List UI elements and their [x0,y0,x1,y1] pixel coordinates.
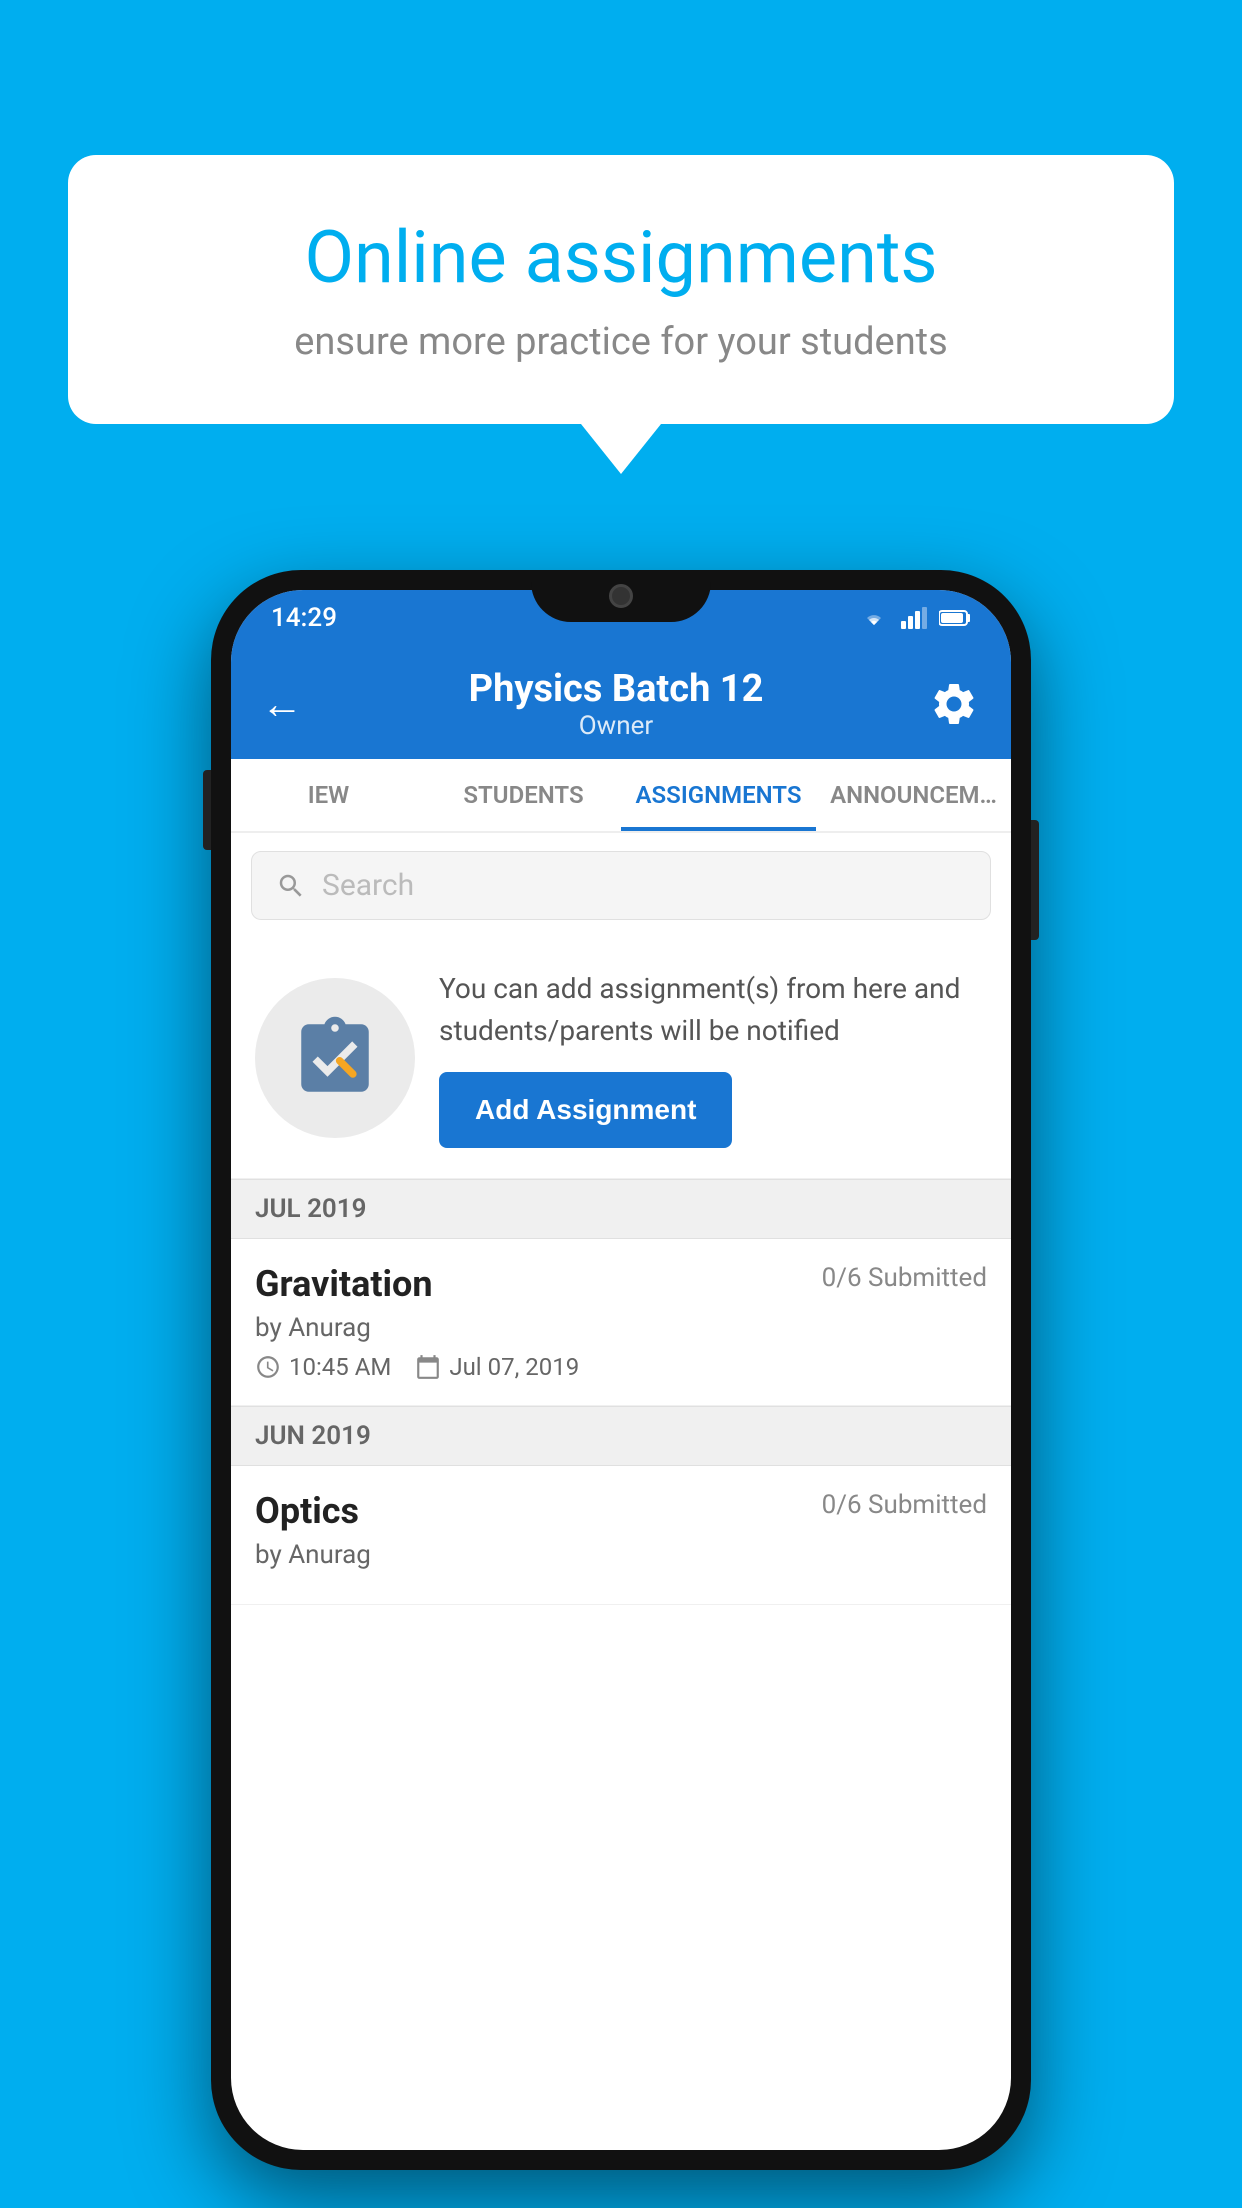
phone-screen: 14:29 [231,590,1011,2150]
settings-button[interactable] [929,678,981,730]
tab-announcements[interactable]: ANNOUNCEM… [816,759,1011,831]
header-title-group: Physics Batch 12 Owner [469,667,764,741]
assignment-item-header-optics: Optics 0/6 Submitted [255,1490,987,1532]
assignment-item-header: Gravitation 0/6 Submitted [255,1263,987,1305]
header-subtitle: Owner [469,711,764,741]
section-header-jun: JUN 2019 [231,1406,1011,1466]
search-icon [276,871,306,901]
info-card-right: You can add assignment(s) from here and … [439,968,987,1148]
speech-bubble: Online assignments ensure more practice … [68,155,1174,424]
assignment-by-gravitation: by Anurag [255,1313,987,1343]
assignment-by-optics: by Anurag [255,1540,987,1570]
add-assignment-button[interactable]: Add Assignment [439,1072,732,1148]
header-title: Physics Batch 12 [469,667,764,711]
tab-iew[interactable]: IEW [231,759,426,831]
signal-icon [901,607,927,629]
search-input-wrap[interactable]: Search [251,851,991,920]
assignment-name-optics: Optics [255,1490,359,1532]
tab-assignments[interactable]: ASSIGNMENTS [621,759,816,831]
battery-icon [939,609,971,627]
search-placeholder: Search [322,868,414,903]
calendar-icon [415,1354,441,1380]
speech-bubble-title: Online assignments [138,215,1104,300]
assignment-date-gravitation: Jul 07, 2019 [415,1353,579,1381]
assignment-book-icon [290,1013,380,1103]
phone-shell: 14:29 [211,570,1031,2170]
back-button[interactable]: ← [261,680,303,729]
tab-students[interactable]: STUDENTS [426,759,621,831]
side-button-left [203,770,211,850]
phone-camera [609,584,633,608]
assignment-name-gravitation: Gravitation [255,1263,433,1305]
section-header-jul: JUL 2019 [231,1179,1011,1239]
clock-icon [255,1354,281,1380]
tabs-bar: IEW STUDENTS ASSIGNMENTS ANNOUNCEM… [231,759,1011,833]
app-header: ← Physics Batch 12 Owner [231,645,1011,759]
phone-container: 14:29 [211,570,1031,2170]
info-card: You can add assignment(s) from here and … [231,938,1011,1179]
status-icons [859,607,971,629]
speech-bubble-arrow [581,424,661,474]
search-container: Search [231,833,1011,938]
assignment-icon-circle [255,978,415,1138]
wifi-icon [859,607,889,629]
info-card-text: You can add assignment(s) from here and … [439,968,987,1052]
speech-bubble-container: Online assignments ensure more practice … [68,155,1174,474]
speech-bubble-subtitle: ensure more practice for your students [138,320,1104,364]
status-time: 14:29 [271,603,337,633]
assignment-item-gravitation[interactable]: Gravitation 0/6 Submitted by Anurag 10:4… [231,1239,1011,1406]
assignment-meta-gravitation: 10:45 AM Jul 07, 2019 [255,1353,987,1381]
side-button-right [1031,820,1039,940]
assignment-item-optics[interactable]: Optics 0/6 Submitted by Anurag [231,1466,1011,1605]
phone-notch [531,570,711,622]
assignment-submitted-gravitation: 0/6 Submitted [822,1263,987,1293]
assignment-time-gravitation: 10:45 AM [255,1353,391,1381]
assignment-submitted-optics: 0/6 Submitted [822,1490,987,1520]
